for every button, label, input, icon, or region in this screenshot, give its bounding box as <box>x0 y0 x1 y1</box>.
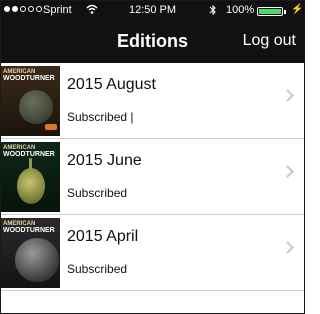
edition-title: 2015 April <box>67 228 139 245</box>
edition-title: 2015 June <box>67 152 142 169</box>
status-bar: Sprint 12:50 PM 100% ⚡ <box>1 1 304 21</box>
list-item[interactable]: AMERICAN WOODTURNER 2015 April Subscribe… <box>1 215 304 291</box>
charging-icon: ⚡ <box>291 4 304 15</box>
battery-percent: 100% <box>226 4 255 16</box>
cover-accent <box>45 124 57 130</box>
chevron-right-icon <box>281 165 294 178</box>
battery-icon <box>257 7 283 16</box>
chevron-right-icon <box>281 241 294 254</box>
cover-thumbnail: AMERICAN WOODTURNER <box>1 142 60 212</box>
list-item[interactable]: AMERICAN WOODTURNER 2015 August Subscrib… <box>1 63 304 139</box>
cover-title: WOODTURNER <box>3 227 55 234</box>
subscription-status: Subscribed | <box>67 110 134 124</box>
cover-bowl-image <box>19 90 53 124</box>
cover-title: WOODTURNER <box>3 75 55 82</box>
edition-title: 2015 August <box>67 76 156 93</box>
top-bar: Sprint 12:50 PM 100% ⚡ Editions Log out <box>1 1 304 63</box>
bluetooth-icon <box>209 4 217 19</box>
app-screen: Sprint 12:50 PM 100% ⚡ Editions Log out <box>0 0 305 314</box>
chevron-right-icon <box>281 89 294 102</box>
cover-thumbnail: AMERICAN WOODTURNER <box>1 66 60 136</box>
list-item[interactable]: AMERICAN WOODTURNER 2015 June Subscribed <box>1 139 304 215</box>
cover-stem <box>29 158 32 172</box>
cover-title: WOODTURNER <box>3 151 55 158</box>
cover-vase-image <box>17 168 45 204</box>
battery-nub <box>284 10 286 14</box>
editions-list: AMERICAN WOODTURNER 2015 August Subscrib… <box>1 63 304 291</box>
cover-thumbnail: AMERICAN WOODTURNER <box>1 218 60 288</box>
cover-sphere-image <box>15 238 59 282</box>
subscription-status: Subscribed <box>67 262 128 276</box>
subscription-status: Subscribed <box>67 186 128 200</box>
logout-button[interactable]: Log out <box>243 32 296 50</box>
